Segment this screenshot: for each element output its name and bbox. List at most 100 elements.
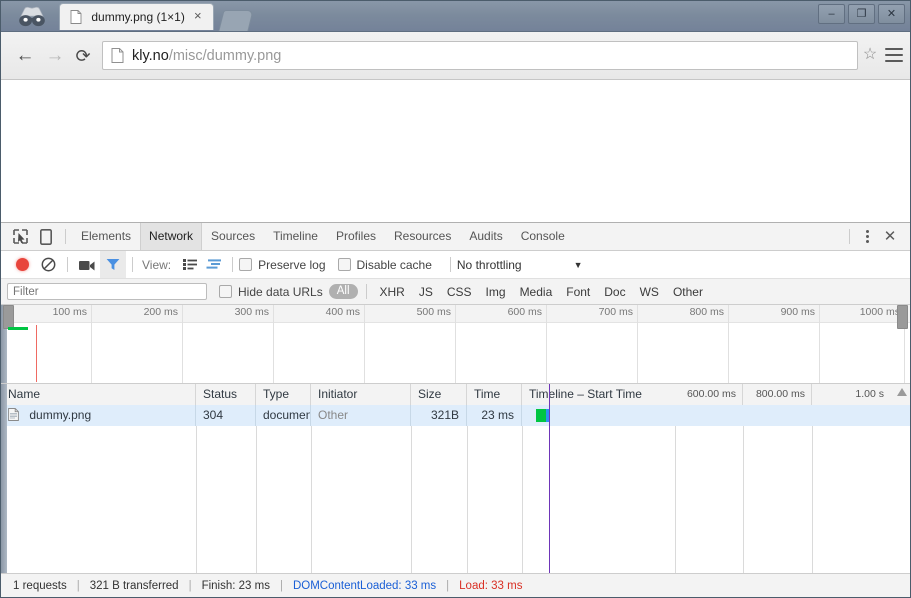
minimize-icon: – — [828, 8, 835, 20]
close-icon: ✕ — [886, 8, 897, 20]
tab-elements[interactable]: Elements — [72, 223, 140, 250]
cell-initiator[interactable]: Other — [311, 405, 411, 426]
disable-cache-checkbox[interactable]: Disable cache — [337, 258, 432, 272]
overview-tick-label: 200 ms — [143, 306, 178, 318]
navigation-bar: ← → ⟳ kly.no/misc/dummy.png ☆ — [1, 32, 910, 80]
filter-type-xhr[interactable]: XHR — [373, 285, 412, 299]
file-icon — [8, 408, 19, 421]
maximize-button[interactable]: ❐ — [848, 4, 875, 24]
page-viewport — [1, 80, 910, 223]
column-header-initiator[interactable]: Initiator — [311, 384, 411, 405]
throttling-dropdown[interactable]: No throttling ▼ — [457, 258, 583, 272]
address-bar-text: kly.no/misc/dummy.png — [132, 48, 281, 64]
waterfall-green-bar — [536, 409, 546, 422]
filter-input[interactable] — [7, 283, 207, 300]
waterfall-view-icon[interactable] — [202, 255, 226, 275]
requests-table-header: Name Status Type Initiator Size Time Tim… — [1, 384, 910, 406]
tab-network[interactable]: Network — [140, 223, 203, 250]
filter-type-css[interactable]: CSS — [440, 285, 479, 299]
more-options-kebab-icon[interactable] — [856, 226, 878, 248]
preserve-log-label: Preserve log — [258, 257, 326, 272]
tab-sources[interactable]: Sources — [202, 223, 264, 250]
request-name: dummy.png — [29, 408, 92, 422]
filter-type-other[interactable]: Other — [666, 285, 710, 299]
filter-type-js[interactable]: JS — [412, 285, 440, 299]
tab-console[interactable]: Console — [512, 223, 574, 250]
table-left-scroll-edge — [1, 384, 7, 597]
toolbar-divider — [449, 257, 451, 272]
hide-data-urls-checkbox[interactable]: Hide data URLs — [219, 285, 323, 299]
address-path: /misc/dummy.png — [168, 47, 282, 64]
overview-selection-handle-left[interactable] — [3, 305, 14, 329]
title-bar: dummy.png (1×1) × – ❐ ✕ — [1, 1, 910, 32]
filter-type-ws[interactable]: WS — [633, 285, 666, 299]
column-header-type[interactable]: Type — [256, 384, 311, 405]
window-controls: – ❐ ✕ — [818, 4, 905, 24]
grid-divider — [743, 405, 744, 597]
overview-selection-handle-right[interactable] — [897, 305, 908, 329]
cell-size: 321B — [411, 405, 467, 426]
tab-timeline[interactable]: Timeline — [264, 223, 327, 250]
tab-audits[interactable]: Audits — [460, 223, 511, 250]
reload-button[interactable]: ⟳ — [70, 43, 96, 69]
new-tab-button[interactable] — [218, 10, 254, 31]
tab-title: dummy.png (1×1) — [91, 10, 185, 24]
hide-data-urls-label: Hide data URLs — [238, 284, 323, 299]
grid-divider — [522, 405, 523, 597]
grid-divider — [411, 405, 412, 597]
devtools-tabbar-right: ✕ — [843, 226, 910, 248]
overview-tick: 700 ms — [547, 305, 638, 383]
back-button[interactable]: ← — [12, 43, 38, 69]
camera-icon[interactable] — [74, 253, 100, 277]
cell-status: 304 — [196, 405, 256, 426]
timeline-subtick-label: 800.00 ms — [755, 388, 805, 400]
hamburger-menu-icon[interactable] — [884, 44, 904, 66]
filter-type-font[interactable]: Font — [559, 285, 597, 299]
column-header-size[interactable]: Size — [411, 384, 467, 405]
column-header-name[interactable]: Name — [1, 384, 196, 405]
preserve-log-checkbox[interactable]: Preserve log — [239, 257, 326, 272]
filter-type-img[interactable]: Img — [479, 285, 513, 299]
table-row[interactable]: dummy.png 304 document Other 321B 23 ms — [1, 405, 910, 426]
throttling-value: No throttling — [456, 257, 522, 272]
overview-tick-label: 1000 ms — [859, 306, 900, 318]
address-host: kly.no — [132, 47, 169, 64]
clear-button[interactable] — [35, 253, 61, 277]
tab-strip: dummy.png (1×1) × — [59, 3, 254, 31]
cell-timeline — [522, 405, 906, 426]
column-header-status[interactable]: Status — [196, 384, 256, 405]
network-status-bar: 1 requests | 321 B transferred | Finish:… — [1, 573, 910, 597]
forward-button[interactable]: → — [42, 43, 68, 69]
device-toolbar-icon[interactable] — [33, 225, 59, 249]
filter-type-doc[interactable]: Doc — [597, 285, 632, 299]
overview-tick-label: 900 ms — [780, 306, 815, 318]
maximize-icon: ❐ — [856, 8, 867, 20]
grid-divider — [196, 405, 197, 597]
tab-resources[interactable]: Resources — [385, 223, 460, 250]
resource-received-bar — [8, 327, 28, 330]
overview-tick-label: 400 ms — [325, 306, 360, 318]
grid-divider — [467, 405, 468, 597]
address-bar[interactable]: kly.no/misc/dummy.png — [102, 41, 858, 70]
close-devtools-icon[interactable]: ✕ — [878, 226, 902, 248]
browser-tab-dummy-png[interactable]: dummy.png (1×1) × — [59, 3, 214, 30]
bookmark-star-icon[interactable]: ☆ — [860, 45, 880, 65]
inspect-element-icon[interactable] — [7, 225, 33, 249]
overview-tick-label: 800 ms — [689, 306, 724, 318]
toolbar-divider — [365, 284, 367, 299]
tab-close-icon[interactable]: × — [191, 9, 205, 23]
filter-type-media[interactable]: Media — [513, 285, 560, 299]
grid-divider — [675, 405, 676, 597]
incognito-icon — [19, 6, 45, 27]
status-separator: | — [188, 579, 192, 592]
view-label: View: — [142, 257, 172, 272]
filter-type-all[interactable]: All — [328, 284, 358, 299]
network-overview-graph[interactable]: 100 ms 200 ms 300 ms 400 ms 500 ms 600 m… — [1, 305, 910, 384]
tab-profiles[interactable]: Profiles — [327, 223, 385, 250]
minimize-button[interactable]: – — [818, 4, 845, 24]
record-button[interactable] — [9, 253, 35, 277]
list-view-icon[interactable] — [178, 255, 202, 275]
close-window-button[interactable]: ✕ — [878, 4, 905, 24]
column-header-time[interactable]: Time — [467, 384, 522, 405]
filter-icon[interactable] — [100, 251, 126, 278]
